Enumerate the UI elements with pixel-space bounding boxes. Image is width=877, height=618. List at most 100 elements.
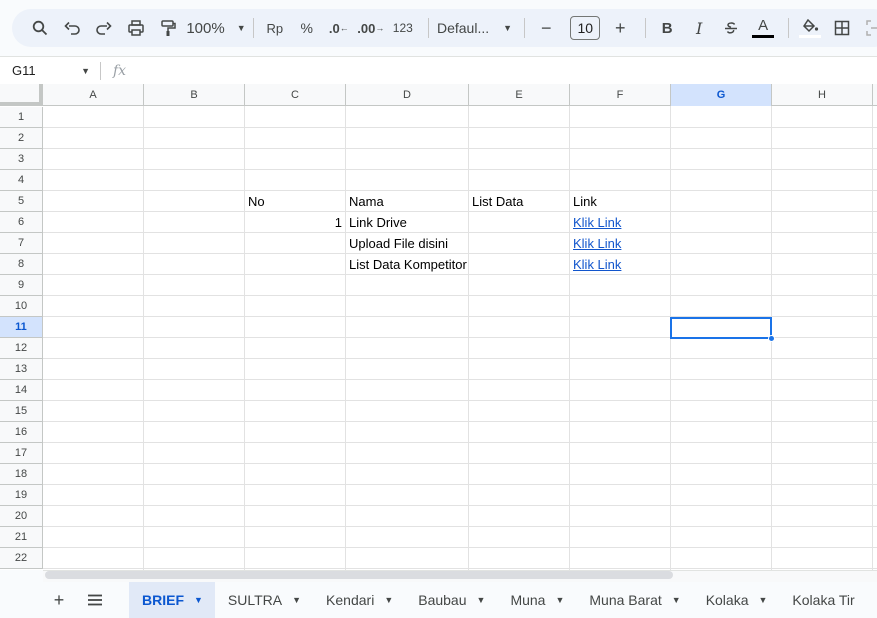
gridline [43,463,877,464]
row-header-1[interactable]: 1 [0,107,43,128]
sheet-tab-baubau[interactable]: Baubau ▼ [405,582,497,618]
row-header-6[interactable]: 6 [0,212,43,233]
search-menus-icon[interactable] [26,14,54,42]
formula-input[interactable] [136,61,877,81]
merge-cells-icon[interactable] [860,14,877,42]
row-header-22[interactable]: 22 [0,548,43,569]
column-header-e[interactable]: E [469,84,570,106]
cell-e5[interactable]: List Data [469,191,569,212]
row-header-15[interactable]: 15 [0,401,43,422]
row-header-16[interactable]: 16 [0,422,43,443]
row-header-5[interactable]: 5 [0,191,43,212]
undo-icon[interactable] [58,14,86,42]
paint-format-icon[interactable] [154,14,182,42]
gridline [43,484,877,485]
formula-bar-divider [100,61,101,80]
decrease-decimal-button[interactable]: .0 ← [325,14,353,42]
active-cell-selection[interactable] [670,317,772,339]
sheet-tab-kolaka-timur[interactable]: Kolaka Tir [779,582,854,618]
row-header-19[interactable]: 19 [0,485,43,506]
cell-d5[interactable]: Nama [346,191,468,212]
currency-label: Rp [266,20,284,36]
column-header-b[interactable]: B [144,84,245,106]
more-formats-button[interactable]: 123 [389,14,417,42]
cell-f8-link[interactable]: Klik Link [570,254,624,275]
row-header-2[interactable]: 2 [0,128,43,149]
row-header-21[interactable]: 21 [0,527,43,548]
name-box[interactable]: G11 ▼ [0,63,100,78]
row-header-4[interactable]: 4 [0,170,43,191]
add-sheet-icon[interactable]: + [41,582,77,618]
column-header-f[interactable]: F [570,84,671,106]
sheet-tabs-bar: + BRIEF ▼ SULTRA ▼ Kendari ▼ Baubau ▼ Muna ▼ … [0,582,877,618]
bold-button[interactable]: B [653,14,681,42]
row-header-13[interactable]: 13 [0,359,43,380]
column-header-h[interactable]: H [772,84,873,106]
font-size-input[interactable]: 10 [570,16,601,40]
select-all-corner[interactable] [0,84,43,106]
row-header-7[interactable]: 7 [0,233,43,254]
strikethrough-icon[interactable] [717,14,745,42]
gridline [43,358,877,359]
column-header-a[interactable]: A [43,84,144,106]
increase-decimal-button[interactable]: .00 → [357,14,385,42]
print-icon[interactable] [122,14,150,42]
row-header-14[interactable]: 14 [0,380,43,401]
sheet-tab-kolaka[interactable]: Kolaka ▼ [693,582,780,618]
zoom-select[interactable]: 100% ▼ [186,14,245,42]
fill-color-swatch [799,34,821,38]
chevron-down-icon[interactable]: ▼ [477,595,486,605]
redo-icon[interactable] [90,14,118,42]
cell-d8[interactable]: List Data Kompetitor [346,254,472,275]
cell-c5[interactable]: No [245,191,345,212]
sheet-grid[interactable]: A B C D E F G H 1 2 3 4 5 6 7 8 9 10 11 … [0,84,877,570]
column-header-c[interactable]: C [245,84,346,106]
row-header-11[interactable]: 11 [0,317,43,338]
chevron-down-icon[interactable]: ▼ [759,595,768,605]
borders-icon[interactable] [828,14,856,42]
horizontal-scrollbar-thumb[interactable] [45,571,673,579]
cell-f5[interactable]: Link [570,191,670,212]
italic-button[interactable]: I [685,14,713,42]
font-size-increase-button[interactable]: + [606,14,634,42]
format-percent-button[interactable]: % [293,14,321,42]
column-header-d[interactable]: D [346,84,469,106]
gridline [569,106,570,570]
text-color-button[interactable]: A [749,14,777,42]
row-header-18[interactable]: 18 [0,464,43,485]
cell-f7-link[interactable]: Klik Link [570,233,624,254]
row-header-3[interactable]: 3 [0,149,43,170]
row-header-8[interactable]: 8 [0,254,43,275]
row-header-9[interactable]: 9 [0,275,43,296]
row-header-20[interactable]: 20 [0,506,43,527]
sheet-tab-muna[interactable]: Muna ▼ [497,582,576,618]
sheet-tab-kendari[interactable]: Kendari ▼ [313,582,405,618]
all-sheets-menu-icon[interactable] [77,582,113,618]
cell-d7[interactable]: Upload File disini [346,233,468,254]
chevron-down-icon[interactable]: ▼ [292,595,301,605]
font-family-select[interactable]: Defaul... ▼ [436,14,514,42]
row-header-10[interactable]: 10 [0,296,43,317]
sheet-tab-brief[interactable]: BRIEF ▼ [129,582,215,618]
chevron-down-icon: ▼ [236,23,246,33]
row-header-17[interactable]: 17 [0,443,43,464]
cell-f6-link[interactable]: Klik Link [570,212,624,233]
text-color-swatch [752,35,775,38]
cell-d6[interactable]: Link Drive [346,212,468,233]
cell-c6[interactable]: 1 [245,212,345,233]
fill-handle[interactable] [768,335,775,342]
column-header-g[interactable]: G [671,84,772,106]
sheet-tab-sultra[interactable]: SULTRA ▼ [215,582,313,618]
gridline [43,442,877,443]
chevron-down-icon[interactable]: ▼ [384,595,393,605]
format-currency-button[interactable]: Rp [261,14,289,42]
gridline [872,106,873,570]
font-size-decrease-button[interactable]: − [532,14,560,42]
chevron-down-icon[interactable]: ▼ [672,595,681,605]
row-header-12[interactable]: 12 [0,338,43,359]
sheet-tab-muna-barat[interactable]: Muna Barat ▼ [576,582,692,618]
chevron-down-icon[interactable]: ▼ [194,595,203,605]
fill-color-icon[interactable] [796,14,824,42]
sheet-tab-label: Muna [510,592,546,608]
chevron-down-icon[interactable]: ▼ [555,595,564,605]
